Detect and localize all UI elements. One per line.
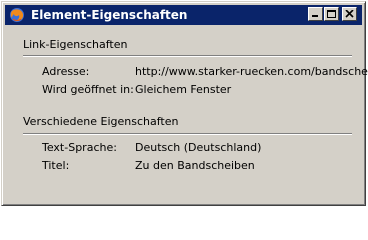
minimize-icon <box>312 15 318 17</box>
text-language-label: Text-Sprache: <box>42 141 117 154</box>
section-divider <box>23 133 352 135</box>
section-divider <box>23 55 352 57</box>
opens-in-value: Gleichem Fenster <box>135 83 232 96</box>
title-bar[interactable]: Element-Eigenschaften <box>5 5 362 25</box>
maximize-icon <box>327 9 336 18</box>
opens-in-label: Wird geöffnet in: <box>42 83 134 96</box>
section-heading-link-properties: Link-Eigenschaften <box>23 38 128 51</box>
maximize-button[interactable] <box>324 7 339 21</box>
close-icon <box>345 10 354 18</box>
firefox-icon <box>10 8 24 22</box>
address-label: Adresse: <box>42 65 90 78</box>
title-value: Zu den Bandscheiben <box>135 159 255 172</box>
section-heading-misc-properties: Verschiedene Eigenschaften <box>23 115 179 128</box>
title-label: Titel: <box>42 159 70 172</box>
text-language-value: Deutsch (Deutschland) <box>135 141 262 154</box>
minimize-button[interactable] <box>308 7 323 21</box>
address-value[interactable]: http://www.starker-ruecken.com/bandschei… <box>135 65 368 78</box>
close-button[interactable] <box>342 7 357 21</box>
properties-window: Element-Eigenschaften Link-Eigenschaften… <box>1 1 368 206</box>
window-title: Element-Eigenschaften <box>31 8 188 22</box>
